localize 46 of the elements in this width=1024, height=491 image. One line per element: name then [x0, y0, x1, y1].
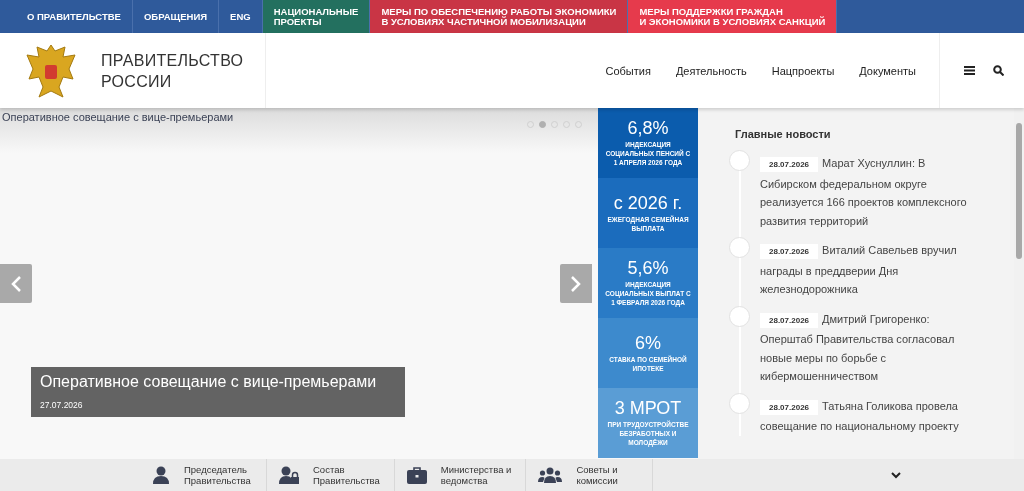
main-menu-link[interactable]: Деятельность — [675, 64, 747, 77]
stat-value: 5,6% — [627, 259, 669, 278]
person-icon — [152, 466, 170, 484]
slide-caption-panel[interactable]: Оперативное совещание с вице-премьерами 27.07.2026 — [31, 367, 405, 417]
search-icon[interactable] — [993, 65, 1004, 76]
quick-link[interactable]: Председатель Правительства — [140, 459, 267, 491]
slide-title: Оперативное совещание с вице-премьерами — [40, 373, 378, 391]
chevron-left-icon — [10, 274, 22, 293]
news-date: 28.07.2026 — [760, 399, 819, 415]
briefcase-icon — [406, 466, 427, 484]
stat-value: 6% — [635, 333, 661, 353]
main-menu-link[interactable]: Нацпроекты — [771, 64, 835, 77]
quick-link[interactable]: Состав Правительства — [267, 459, 395, 491]
stat-value: с 2026 г. — [613, 193, 683, 213]
main-menu-link[interactable]: Документы — [859, 64, 916, 77]
news-heading: Главные новости — [735, 128, 832, 140]
top-nav-link[interactable]: НАЦИОНАЛЬНЫЕ ПРОЕКТЫ — [262, 0, 371, 33]
slider-dot[interactable] — [539, 121, 546, 128]
news-headline[interactable]: 28.07.2026 Дмитрий Григоренко: Оперштаб Правительства согласовал новые меры по борьбе с кибермошенничеством — [760, 309, 972, 386]
menu-icon[interactable] — [964, 66, 975, 75]
news-headline[interactable]: 28.07.2026 Татьяна Голикова провела совещание по национальному проекту — [760, 396, 972, 436]
broken-image-alt-text: Оперативное совещание с вице-премьерами — [2, 111, 234, 123]
news-date: 28.07.2026 — [760, 244, 819, 259]
news-date: 28.07.2026 — [760, 157, 819, 172]
news-date: 28.07.2026 — [760, 312, 819, 328]
timeline-dot — [729, 392, 750, 414]
chevron-down-icon[interactable] — [891, 471, 901, 479]
person-lock-icon — [279, 466, 299, 484]
quick-link[interactable]: Советы и комиссии — [526, 459, 654, 491]
top-nav-link[interactable]: МЕРЫ ПОДДЕРЖКИ ГРАЖДАН И ЭКОНОМИКИ В УСЛОВИЯХ САНКЦИЙ — [628, 0, 838, 33]
main-menu-link[interactable]: События — [605, 64, 651, 77]
quick-link[interactable]: Министерства и ведомства — [394, 459, 527, 491]
previous-slide-button[interactable] — [0, 264, 32, 303]
chevron-right-icon — [570, 274, 582, 293]
stat-value: 6,8% — [627, 119, 669, 138]
stat-value: 3 МРОТ — [614, 399, 682, 418]
slide-date: 27.07.2026 — [40, 400, 84, 410]
timeline-dot — [729, 150, 750, 171]
next-slide-button[interactable] — [560, 264, 592, 303]
timeline-dot — [729, 237, 750, 258]
top-nav-link[interactable]: МЕРЫ ПО ОБЕСПЕЧЕНИЮ РАБОТЫ ЭКОНОМИКИ В УСЛОВИЯХ ЧАСТИЧНОЙ МОБИЛИЗАЦИИ — [370, 0, 629, 33]
news-headline[interactable]: 28.07.2026 Марат Хуснуллин: В Сибирском федеральном округе реализуется 166 проектов комплексного развития территорий — [760, 154, 972, 230]
site-title[interactable]: ПРАВИТЕЛЬСТВО РОССИИ — [101, 49, 244, 92]
news-headline[interactable]: 28.07.2026 Виталий Савельев вручил награды в преддверии Дня железнодорожника — [760, 241, 972, 299]
timeline-dot — [729, 305, 750, 327]
group-icon — [538, 467, 563, 483]
